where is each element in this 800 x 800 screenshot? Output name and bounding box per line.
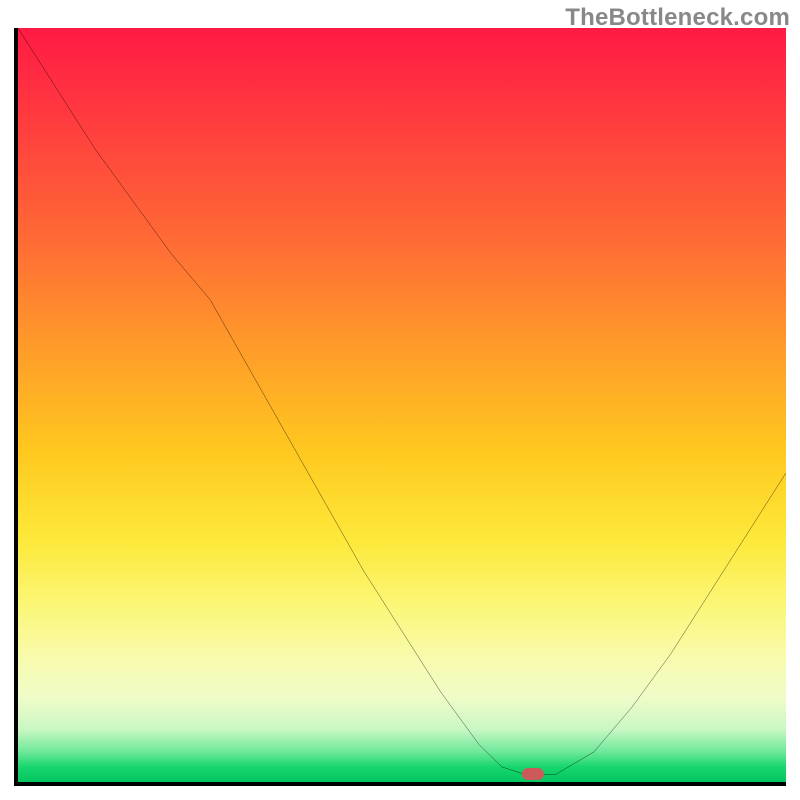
bottleneck-curve-path [18,28,786,774]
plot-area [14,28,786,786]
curve-svg [18,28,786,782]
optimum-marker [522,768,544,780]
chart-frame: TheBottleneck.com [0,0,800,800]
